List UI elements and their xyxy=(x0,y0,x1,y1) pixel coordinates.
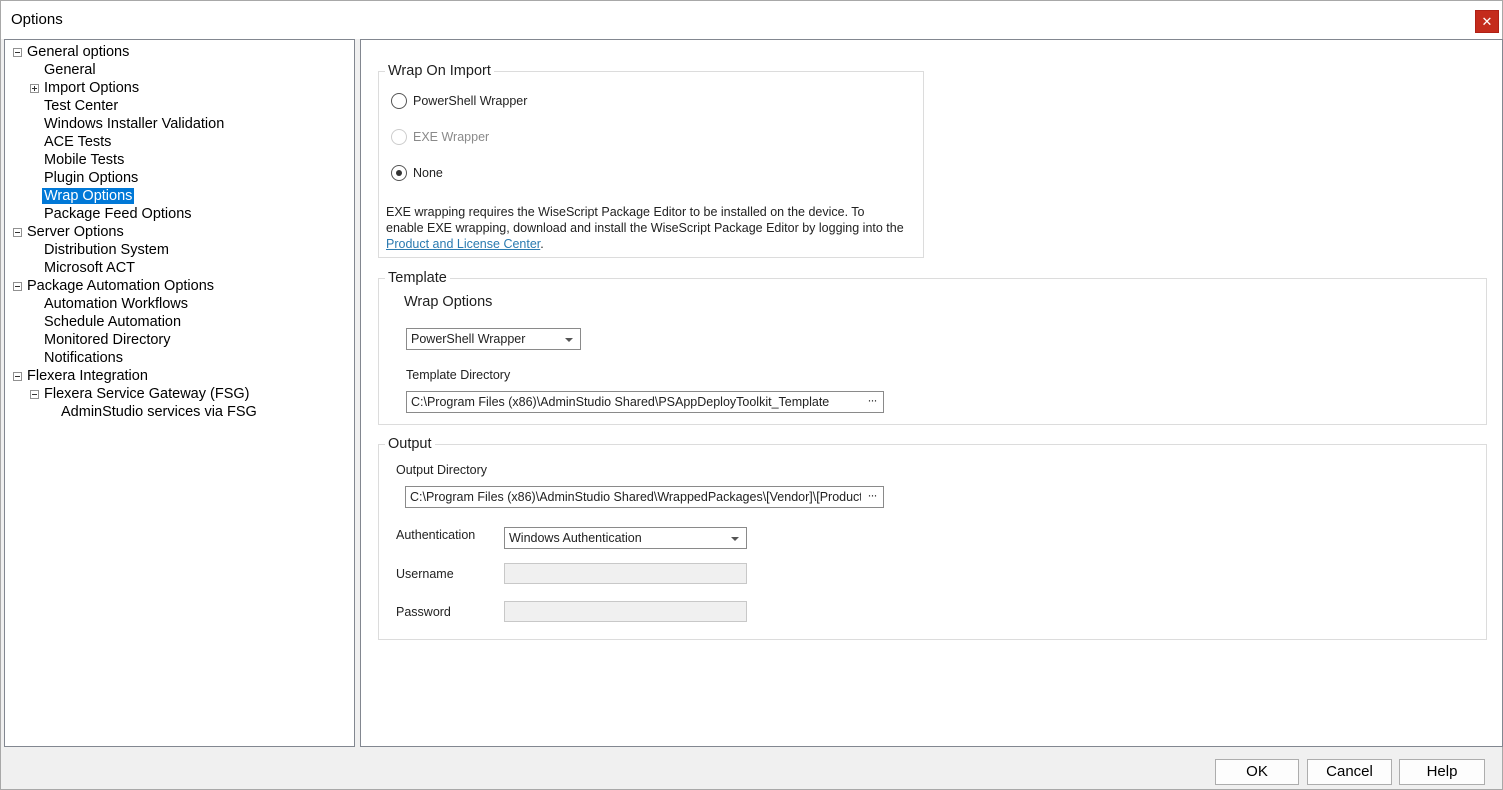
output-directory-field[interactable]: C:\Program Files (x86)\AdminStudio Share… xyxy=(405,486,884,508)
tree-item-flexera-service-gateway[interactable]: Flexera Service Gateway (FSG) xyxy=(28,385,251,403)
tree-item-flexera-integration[interactable]: Flexera Integration xyxy=(11,367,150,385)
note-end: . xyxy=(540,237,544,251)
collapse-icon[interactable] xyxy=(30,390,39,399)
tree-item-label: AdminStudio services via FSG xyxy=(61,404,257,420)
tree-item-label: Microsoft ACT xyxy=(44,260,136,276)
radio-button[interactable] xyxy=(391,165,407,181)
tree-item-import-options[interactable]: Import Options xyxy=(28,79,141,97)
authentication-dropdown[interactable]: Windows Authentication xyxy=(504,527,747,549)
collapse-icon[interactable] xyxy=(13,48,22,57)
tree-item-label: Plugin Options xyxy=(44,170,139,186)
template-group: Template Wrap Options PowerShell Wrapper… xyxy=(378,270,1487,425)
tree-item-server-options[interactable]: Server Options xyxy=(11,223,126,241)
tree-item-label: Server Options xyxy=(27,224,124,240)
radio-button[interactable] xyxy=(391,129,407,145)
wrap-options-heading: Wrap Options xyxy=(404,294,493,310)
cancel-button[interactable]: Cancel xyxy=(1307,759,1392,785)
tree-item-wrap-options[interactable]: Wrap Options xyxy=(42,187,135,205)
tree-item-label: Package Feed Options xyxy=(44,206,192,222)
chevron-down-icon xyxy=(731,537,739,541)
tree-item-label: Automation Workflows xyxy=(44,296,188,312)
exe-wrapping-note: EXE wrapping requires the WiseScript Pac… xyxy=(386,204,926,252)
tree-item-label: Test Center xyxy=(44,98,119,114)
title-bar: Options ✕ xyxy=(1,1,1502,39)
tree-item-plugin-options[interactable]: Plugin Options xyxy=(42,169,140,187)
tree-item-label: ACE Tests xyxy=(44,134,112,150)
options-tree[interactable]: General options General Import Options T… xyxy=(4,39,355,747)
window-title: Options xyxy=(11,11,63,28)
tree-item-monitored-directory[interactable]: Monitored Directory xyxy=(42,331,173,349)
output-directory-label: Output Directory xyxy=(396,463,488,477)
output-group: Output Output Directory C:\Program Files… xyxy=(378,436,1487,640)
password-field xyxy=(504,601,747,622)
radio-label: PowerShell Wrapper xyxy=(413,94,528,108)
tree-item-windows-installer-validation[interactable]: Windows Installer Validation xyxy=(42,115,226,133)
template-directory-value: C:\Program Files (x86)\AdminStudio Share… xyxy=(411,395,830,409)
close-button[interactable]: ✕ xyxy=(1475,10,1499,33)
browse-icon[interactable]: ··· xyxy=(864,393,880,411)
tree-item-label: General options xyxy=(27,44,130,60)
tree-item-label: Distribution System xyxy=(44,242,169,258)
tree-item-general[interactable]: General xyxy=(42,61,98,79)
tree-item-test-center[interactable]: Test Center xyxy=(42,97,120,115)
tree-item-label: Wrap Options xyxy=(42,188,135,204)
collapse-icon[interactable] xyxy=(13,228,22,237)
tree-item-label: Windows Installer Validation xyxy=(44,116,225,132)
tree-item-ace-tests[interactable]: ACE Tests xyxy=(42,133,113,151)
authentication-label: Authentication xyxy=(396,528,476,542)
wrap-on-import-legend: Wrap On Import xyxy=(385,63,494,79)
radio-label: None xyxy=(413,166,443,180)
template-directory-field[interactable]: C:\Program Files (x86)\AdminStudio Share… xyxy=(406,391,884,413)
username-field xyxy=(504,563,747,584)
tree-item-label: Notifications xyxy=(44,350,123,366)
output-legend: Output xyxy=(385,436,435,452)
tree-item-label: Mobile Tests xyxy=(44,152,125,168)
tree-item-distribution-system[interactable]: Distribution System xyxy=(42,241,171,259)
radio-button[interactable] xyxy=(391,93,407,109)
note-line: EXE wrapping requires the WiseScript Pac… xyxy=(386,205,865,219)
collapse-icon[interactable] xyxy=(13,372,22,381)
tree-item-microsoft-act[interactable]: Microsoft ACT xyxy=(42,259,137,277)
tree-item-package-automation-options[interactable]: Package Automation Options xyxy=(11,277,216,295)
options-dialog: Options ✕ General options General Import… xyxy=(0,0,1503,790)
tree-item-adminstudio-services-via-fsg[interactable]: AdminStudio services via FSG xyxy=(59,403,259,421)
ok-button[interactable]: OK xyxy=(1215,759,1299,785)
tree-item-label: Flexera Service Gateway (FSG) xyxy=(44,386,250,402)
password-label: Password xyxy=(396,605,451,619)
template-legend: Template xyxy=(385,270,450,286)
username-label: Username xyxy=(396,567,454,581)
tree-item-label: Package Automation Options xyxy=(27,278,215,294)
wrap-options-dropdown[interactable]: PowerShell Wrapper xyxy=(406,328,581,350)
template-directory-label: Template Directory xyxy=(406,368,511,382)
wrap-options-page: Wrap On Import PowerShell Wrapper EXE Wr… xyxy=(360,39,1503,747)
chevron-down-icon xyxy=(565,338,573,342)
note-line: enable EXE wrapping, download and instal… xyxy=(386,221,904,235)
wrap-on-import-group: Wrap On Import PowerShell Wrapper EXE Wr… xyxy=(378,63,926,258)
expand-icon[interactable] xyxy=(30,84,39,93)
output-directory-value: C:\Program Files (x86)\AdminStudio Share… xyxy=(410,490,861,504)
tree-item-label: Flexera Integration xyxy=(27,368,148,384)
dropdown-value: Windows Authentication xyxy=(509,531,642,545)
tree-item-mobile-tests[interactable]: Mobile Tests xyxy=(42,151,126,169)
tree-item-schedule-automation[interactable]: Schedule Automation xyxy=(42,313,183,331)
tree-item-notifications[interactable]: Notifications xyxy=(42,349,125,367)
help-button[interactable]: Help xyxy=(1399,759,1485,785)
browse-icon[interactable]: ··· xyxy=(864,488,880,506)
tree-item-package-feed-options[interactable]: Package Feed Options xyxy=(42,205,194,223)
dropdown-value: PowerShell Wrapper xyxy=(411,332,526,346)
tree-item-general-options[interactable]: General options xyxy=(11,43,131,61)
tree-item-label: Import Options xyxy=(44,80,140,96)
tree-item-automation-workflows[interactable]: Automation Workflows xyxy=(42,295,190,313)
radio-label: EXE Wrapper xyxy=(413,130,490,144)
tree-item-label: Schedule Automation xyxy=(44,314,182,330)
product-license-center-link[interactable]: Product and License Center xyxy=(386,237,540,251)
tree-item-label: Monitored Directory xyxy=(44,332,171,348)
close-icon: ✕ xyxy=(1481,14,1493,29)
tree-item-label: General xyxy=(44,62,96,78)
collapse-icon[interactable] xyxy=(13,282,22,291)
